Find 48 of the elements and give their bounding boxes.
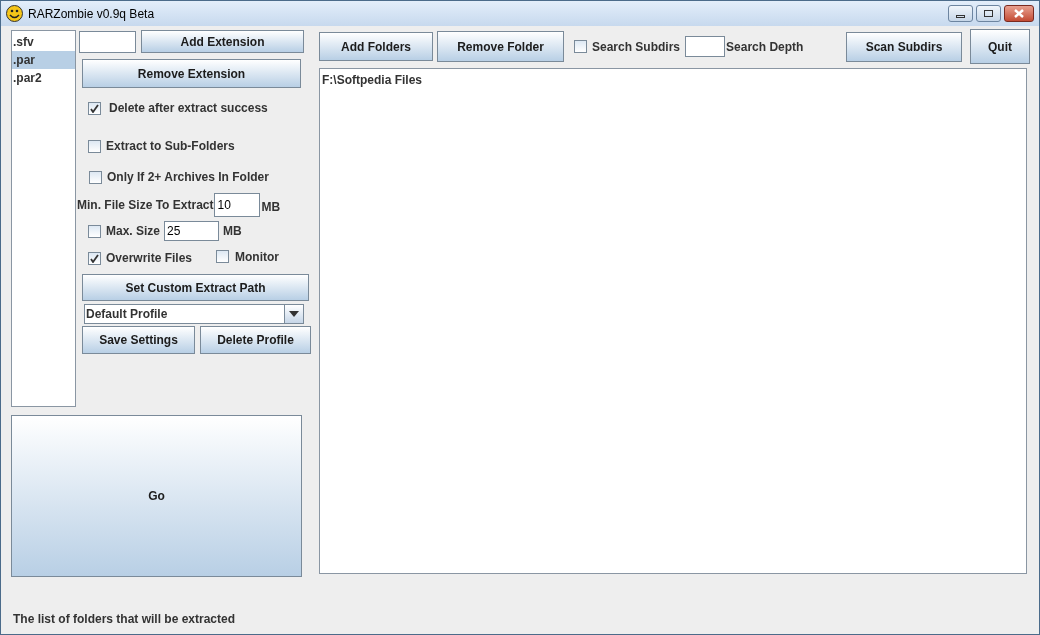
checkbox-label: Overwrite Files	[106, 250, 193, 267]
dropdown-arrow-icon	[289, 311, 299, 317]
add-folders-button[interactable]: Add Folders	[319, 32, 433, 61]
check-icon	[90, 253, 99, 263]
extension-item[interactable]: .par	[12, 51, 75, 69]
checkbox[interactable]	[88, 224, 101, 238]
check-icon	[90, 103, 99, 113]
extension-item[interactable]: .par2	[12, 69, 75, 87]
checkbox[interactable]	[574, 40, 587, 53]
extension-field[interactable]	[79, 30, 136, 53]
checkbox-label: Delete after extract success	[109, 100, 268, 117]
field-label: Min. File Size To Extract	[77, 197, 214, 214]
status-text: The list of folders that will be extracted	[13, 611, 236, 628]
checkbox-label: Only If 2+ Archives In Folder	[107, 169, 269, 186]
go-button[interactable]: Go	[11, 415, 302, 577]
max-size-field[interactable]: 25	[164, 221, 220, 241]
unit-label: MB	[223, 223, 242, 240]
field-label: Search Depth	[726, 38, 804, 56]
checkbox[interactable]	[216, 250, 230, 263]
checkbox-label: Monitor	[235, 248, 280, 266]
checkbox-label: Extract to Sub-Folders	[106, 138, 235, 155]
add-extension-button[interactable]: Add Extension	[141, 30, 304, 53]
checkbox[interactable]	[88, 101, 101, 115]
close-icon	[1013, 9, 1025, 18]
unit-label: MB	[261, 199, 281, 216]
close-button[interactable]	[1004, 5, 1034, 22]
custom-path-button[interactable]: Set Custom Extract Path	[82, 274, 309, 301]
window-title: RARZombie v0.9q Beta	[28, 5, 155, 23]
quit-button[interactable]: Quit	[970, 29, 1030, 64]
smiley-icon	[6, 5, 23, 22]
remove-extension-button[interactable]: Remove Extension	[82, 59, 301, 88]
minimize-button[interactable]	[948, 5, 973, 22]
folder-item[interactable]: F:\Softpedia Files	[322, 71, 1024, 89]
checkbox-label: Max. Size	[106, 223, 161, 240]
delete-profile-button[interactable]: Delete Profile	[200, 326, 311, 354]
search-depth-field[interactable]	[685, 36, 726, 57]
save-settings-button[interactable]: Save Settings	[82, 326, 195, 354]
checkbox-label: Search Subdirs	[592, 38, 681, 56]
min-size-field[interactable]: 10	[214, 193, 261, 217]
profile-value: Default Profile	[85, 306, 169, 323]
checkbox[interactable]	[89, 170, 102, 184]
profile-dropdown[interactable]: Default Profile	[84, 304, 304, 324]
checkbox[interactable]	[88, 251, 101, 265]
remove-folder-button[interactable]: Remove Folder	[437, 31, 564, 62]
scan-subdirs-button[interactable]: Scan Subdirs	[846, 31, 962, 62]
extension-item[interactable]: .sfv	[12, 33, 75, 51]
checkbox[interactable]	[88, 139, 101, 153]
maximize-button[interactable]	[976, 5, 1001, 22]
